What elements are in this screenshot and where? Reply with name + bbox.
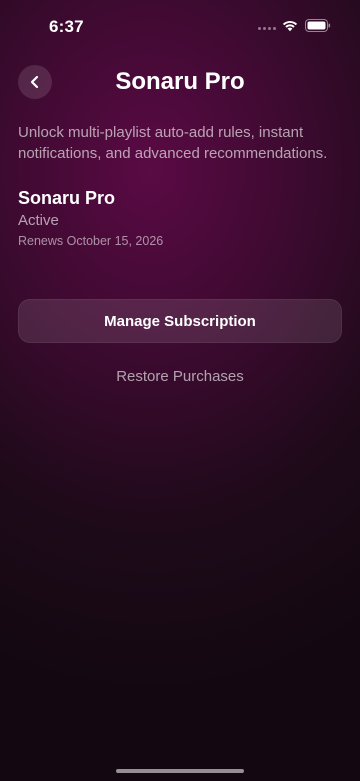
wifi-icon	[282, 20, 298, 32]
status-time: 6:37	[49, 17, 84, 36]
plan-renewal-date: Renews October 15, 2026	[18, 234, 164, 248]
page-title: Sonaru Pro	[115, 68, 245, 95]
cellular-signal-icon	[258, 27, 276, 30]
plan-status: Active	[18, 212, 59, 229]
status-bar: 6:37	[0, 0, 360, 54]
subscription-description: Unlock multi-playlist auto-add rules, in…	[18, 124, 328, 162]
home-indicator[interactable]	[116, 769, 244, 773]
restore-purchases-button[interactable]: Restore Purchases	[0, 368, 360, 386]
plan-name: Sonaru Pro	[18, 188, 116, 208]
manage-subscription-button[interactable]: Manage Subscription	[18, 299, 342, 343]
battery-icon	[305, 19, 331, 32]
